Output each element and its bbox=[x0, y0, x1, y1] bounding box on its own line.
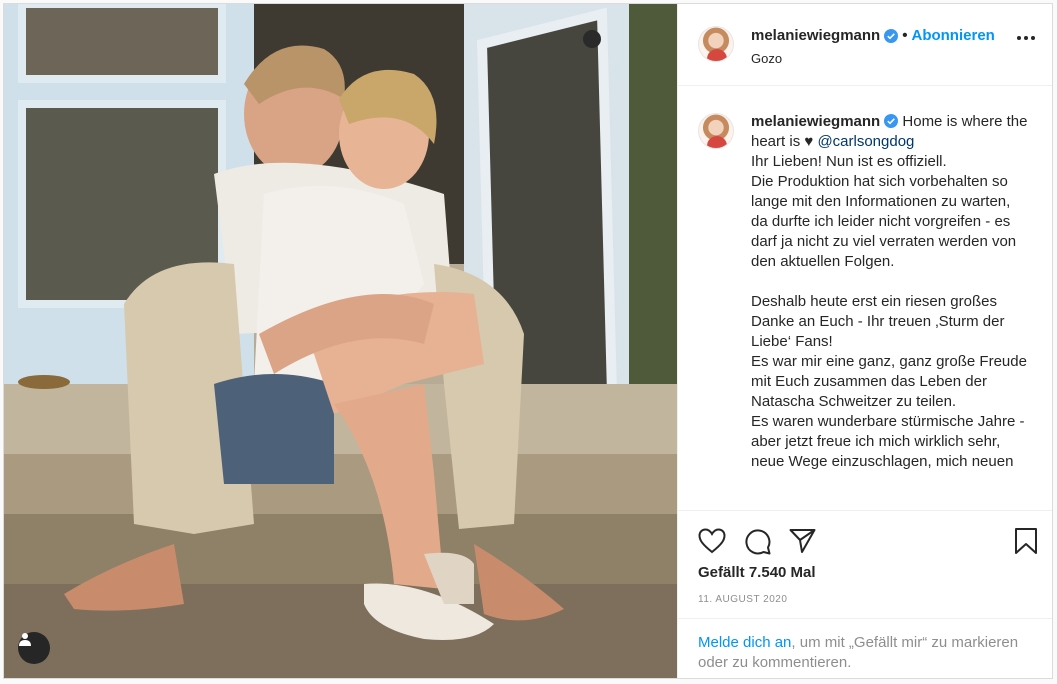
likes-count[interactable]: Gefällt 7.540 Mal bbox=[698, 564, 816, 581]
avatar[interactable] bbox=[698, 26, 734, 62]
photo-illustration bbox=[4, 4, 677, 678]
location-link[interactable]: Gozo bbox=[751, 51, 782, 66]
caption: melaniewiegmann Home is where the heart … bbox=[751, 112, 1031, 472]
login-prompt: Melde dich an, um mit „Gefällt mir“ zu m… bbox=[678, 618, 1052, 678]
post-photo[interactable] bbox=[4, 4, 677, 678]
caption-avatar[interactable] bbox=[698, 113, 734, 149]
bookmark-icon[interactable] bbox=[1014, 527, 1038, 555]
follow-button[interactable]: Abonnieren bbox=[911, 27, 994, 44]
user-tag-icon bbox=[19, 633, 31, 646]
post-dialog: melaniewiegmann • Abonnieren Gozo melani… bbox=[3, 3, 1053, 679]
post-date[interactable]: 11. AUGUST 2020 bbox=[698, 594, 787, 605]
post-actions: Gefällt 7.540 Mal 11. AUGUST 2020 Melde … bbox=[678, 510, 1052, 678]
share-icon[interactable] bbox=[789, 528, 816, 554]
post-side-panel: melaniewiegmann • Abonnieren Gozo melani… bbox=[677, 4, 1052, 678]
user-tag-button[interactable] bbox=[18, 632, 50, 664]
heart-icon[interactable] bbox=[698, 528, 726, 554]
mention-link[interactable]: @carlsongdog bbox=[817, 133, 914, 150]
caption-scroll-area[interactable]: melaniewiegmann Home is where the heart … bbox=[678, 87, 1052, 510]
header-user-row: melaniewiegmann • Abonnieren bbox=[751, 27, 995, 44]
post-header: melaniewiegmann • Abonnieren Gozo bbox=[678, 4, 1052, 86]
caption-username[interactable]: melaniewiegmann bbox=[751, 113, 880, 130]
separator-dot: • bbox=[902, 27, 908, 44]
username-link[interactable]: melaniewiegmann bbox=[751, 27, 880, 44]
more-options-icon[interactable] bbox=[1017, 36, 1035, 40]
verified-badge-icon bbox=[884, 114, 899, 128]
caption-body: Ihr Lieben! Nun ist es offiziell. Die Pr… bbox=[751, 153, 1027, 470]
verified-badge-icon bbox=[884, 28, 899, 43]
comment-icon[interactable] bbox=[744, 528, 771, 555]
login-link[interactable]: Melde dich an bbox=[698, 634, 791, 651]
